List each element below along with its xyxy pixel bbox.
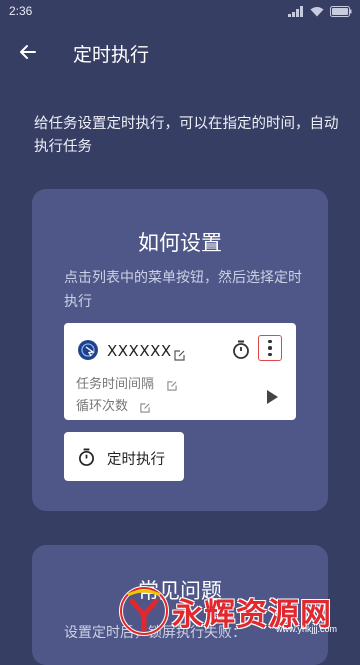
task-loop-label: 循环次数 [76, 399, 129, 414]
more-vertical-icon-dot [268, 346, 272, 350]
task-name: XXXXXX [107, 342, 172, 360]
stopwatch-icon [78, 448, 95, 471]
task-app-icon [78, 340, 98, 360]
sample-task-item[interactable]: XXXXXX 任务时间间隔 循环次数 [64, 323, 296, 420]
schedule-execute-button[interactable]: 定时执行 [64, 432, 184, 481]
schedule-execute-label: 定时执行 [107, 452, 165, 468]
status-time: 2:36 [9, 4, 33, 18]
back-button[interactable] [14, 38, 42, 66]
watermark-url: www.yhkjjj.com [276, 624, 338, 634]
watermark-logo-icon [118, 585, 170, 637]
watermark: 永辉资源网 www.yhkjjj.com [118, 583, 360, 640]
stopwatch-icon[interactable] [232, 340, 250, 364]
intro-text: 给任务设置定时执行，可以在指定的时间，自动执行任务 [34, 116, 339, 155]
edit-icon[interactable] [174, 346, 185, 365]
more-menu-button[interactable] [258, 335, 282, 361]
page-title: 定时执行 [73, 44, 150, 66]
more-vertical-icon-dot [268, 339, 272, 344]
task-interval-label: 任务时间间隔 [76, 377, 155, 392]
edit-icon[interactable] [167, 376, 177, 395]
status-bar: 2:36 [0, 0, 360, 24]
app-bar: 定时执行 [0, 24, 360, 80]
signal-icon [288, 5, 304, 17]
status-icons [288, 5, 352, 17]
how-to-description: 点击列表中的菜单按钮，然后选择定时执行 [64, 270, 302, 310]
how-to-title: 如何设置 [138, 231, 222, 255]
more-vertical-icon-dot [268, 352, 272, 357]
edit-icon[interactable] [140, 398, 150, 417]
play-icon[interactable] [267, 390, 278, 404]
arrow-left-icon [20, 45, 36, 59]
battery-icon [330, 5, 352, 17]
wifi-icon [310, 6, 324, 17]
